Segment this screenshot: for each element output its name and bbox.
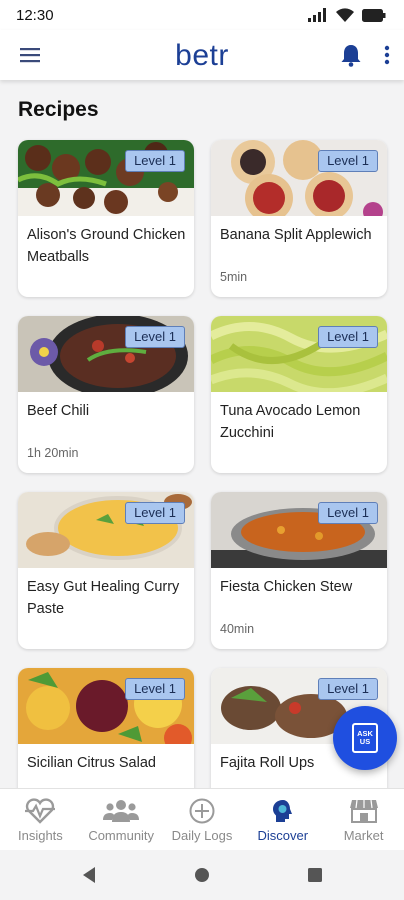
app-bar-actions: [340, 43, 390, 67]
bottom-nav: Insights Community Daily Logs Discover M…: [0, 788, 404, 851]
recipe-image: Level 1: [211, 316, 387, 392]
recipe-time: 40min: [220, 622, 255, 636]
recipe-card[interactable]: Level 1 Tuna Avocado Lemon Zucchini: [211, 316, 387, 473]
level-badge: Level 1: [318, 150, 378, 172]
signal-icon: [308, 8, 326, 22]
recipes-content: Recipes Level 1 Alison's Ground Chicken …: [0, 80, 404, 788]
app-logo: betr: [175, 39, 229, 72]
back-icon[interactable]: [81, 866, 97, 884]
recipe-title: Tuna Avocado Lemon Zucchini: [220, 403, 361, 441]
nav-item-community[interactable]: Community: [81, 789, 162, 851]
recents-icon[interactable]: [307, 867, 323, 883]
recipe-grid: Level 1 Alison's Ground Chicken Meatball…: [18, 140, 388, 788]
nav-label: Discover: [257, 828, 309, 843]
recipe-card[interactable]: Level 1 Beef Chili 1h 20min: [18, 316, 194, 473]
nav-label: Daily Logs: [171, 828, 233, 843]
recipe-image: Level 1: [18, 140, 194, 216]
home-icon[interactable]: [193, 866, 211, 884]
ask-us-line2: US: [359, 737, 371, 746]
recipe-title: Banana Split Applewich: [220, 227, 372, 243]
recipe-card[interactable]: Level 1 Alison's Ground Chicken Meatball…: [18, 140, 194, 297]
recipe-title: Sicilian Citrus Salad: [27, 755, 156, 771]
status-icons: [308, 8, 386, 22]
nav-item-daily-logs[interactable]: Daily Logs: [162, 789, 243, 851]
recipe-title: Fiesta Chicken Stew: [220, 579, 353, 595]
recipe-card[interactable]: Level 1 Banana Split Applewich 5min: [211, 140, 387, 297]
system-nav-bar: [0, 850, 404, 900]
people-icon: [103, 800, 140, 822]
level-badge: Level 1: [125, 678, 185, 700]
notification-bell-icon[interactable]: [340, 43, 362, 67]
level-badge: Level 1: [318, 326, 378, 348]
nav-item-market[interactable]: Market: [323, 789, 404, 851]
recipe-title: Beef Chili: [27, 403, 90, 419]
battery-icon: [362, 8, 386, 22]
recipe-image: Level 1: [211, 492, 387, 568]
nav-label: Market: [343, 828, 384, 843]
level-badge: Level 1: [318, 678, 378, 700]
nav-item-insights[interactable]: Insights: [0, 789, 81, 851]
nav-label: Community: [88, 828, 155, 843]
app-bar: betr: [0, 30, 404, 80]
page-title: Recipes: [18, 98, 99, 121]
recipe-time: 5min: [220, 270, 248, 284]
status-time: 12:30: [16, 6, 54, 24]
nav-label: Insights: [17, 828, 63, 843]
recipe-image: Level 1: [18, 492, 194, 568]
recipe-image: Level 1: [18, 316, 194, 392]
heart-pulse-icon: [25, 798, 56, 824]
ask-us-button[interactable]: ASK US: [333, 706, 397, 770]
recipe-card[interactable]: Level 1 Easy Gut Healing Curry Paste: [18, 492, 194, 649]
level-badge: Level 1: [318, 502, 378, 524]
recipe-image: Level 1: [211, 140, 387, 216]
wifi-icon: [336, 8, 354, 22]
chat-bubble-icon: ASK US: [352, 723, 378, 753]
recipe-card[interactable]: Level 1 Sicilian Citrus Salad: [18, 668, 194, 788]
menu-icon[interactable]: [20, 47, 42, 63]
discover-head-icon: [272, 800, 292, 822]
recipe-title: Alison's Ground Chicken Meatballs: [27, 227, 186, 265]
more-options-icon[interactable]: [384, 45, 390, 65]
plus-circle-icon: [189, 798, 215, 824]
level-badge: Level 1: [125, 326, 185, 348]
level-badge: Level 1: [125, 502, 185, 524]
storefront-icon: [349, 799, 378, 823]
level-badge: Level 1: [125, 150, 185, 172]
recipe-title: Easy Gut Healing Curry Paste: [27, 579, 180, 617]
status-bar: 12:30: [0, 0, 404, 30]
recipe-image: Level 1: [18, 668, 194, 744]
recipe-card[interactable]: Level 1 Fiesta Chicken Stew 40min: [211, 492, 387, 649]
nav-item-discover[interactable]: Discover: [242, 789, 323, 851]
recipe-time: 1h 20min: [27, 446, 79, 460]
